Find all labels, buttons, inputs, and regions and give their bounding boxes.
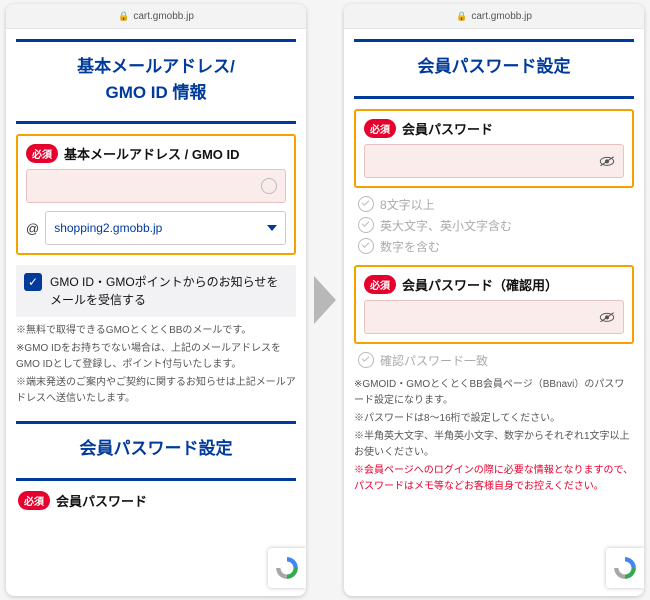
highlight-pw-box: 必須 会員パスワード <box>354 109 634 188</box>
validate-indicator-icon <box>261 178 277 194</box>
recaptcha-badge[interactable] <box>606 548 644 588</box>
email-domain-select[interactable]: shopping2.gmobb.jp <box>45 211 286 245</box>
url-text: cart.gmobb.jp <box>133 11 194 22</box>
required-badge: 必須 <box>364 275 396 294</box>
required-badge: 必須 <box>26 144 58 163</box>
pw-field-label-peek: 必須 会員パスワード <box>18 491 296 510</box>
visibility-off-icon[interactable] <box>599 156 615 166</box>
pw-rule: 確認パスワード一致 <box>358 352 634 369</box>
pw-confirm-label-text: 会員パスワード（確認用） <box>402 275 558 294</box>
section-title-email: 基本メールアドレス/ GMO ID 情報 <box>16 48 296 111</box>
password-input[interactable] <box>364 144 624 178</box>
divider-top-2 <box>16 421 296 424</box>
pw-label-text-peek: 会員パスワード <box>56 491 147 510</box>
divider-top <box>16 39 296 42</box>
lock-icon: 🔒 <box>456 11 467 22</box>
divider-bottom <box>16 121 296 124</box>
note-line: ※端末発送のご案内やご契約に関するお知らせは上記メールアドレスへ送信いたします。 <box>16 375 296 407</box>
recaptcha-badge[interactable] <box>268 548 306 588</box>
arrow-right-icon <box>314 276 336 324</box>
lock-icon: 🔒 <box>118 11 129 22</box>
url-bar: 🔒 cart.gmobb.jp <box>6 4 306 29</box>
visibility-off-icon[interactable] <box>599 312 615 322</box>
optin-label: GMO ID・GMOポイントからのお知らせをメールを受信する <box>50 273 288 309</box>
highlight-pw-confirm-box: 必須 会員パスワード（確認用） <box>354 265 634 344</box>
recaptcha-icon <box>274 555 300 581</box>
pw-rule: 8文字以上 <box>358 196 634 213</box>
note-line: ※無料で取得できるGMOとくとくBBのメールです。 <box>16 323 296 339</box>
required-badge: 必須 <box>18 491 50 510</box>
email-field-label: 必須 基本メールアドレス / GMO ID <box>26 144 286 163</box>
note-line: ※パスワードは8〜16桁で設定してください。 <box>354 411 634 427</box>
pw-field-label: 必須 会員パスワード <box>364 119 624 138</box>
highlight-email-box: 必須 基本メールアドレス / GMO ID @ shopping2.gmobb.… <box>16 134 296 255</box>
url-text: cart.gmobb.jp <box>471 11 532 22</box>
at-sign: @ <box>26 221 39 236</box>
section-title-pw: 会員パスワード設定 <box>16 430 296 468</box>
url-bar: 🔒 cart.gmobb.jp <box>344 4 644 29</box>
divider-bottom <box>354 96 634 99</box>
two-phone-layout: 🔒 cart.gmobb.jp 基本メールアドレス/ GMO ID 情報 必須 … <box>0 0 650 600</box>
optin-row[interactable]: ✓ GMO ID・GMOポイントからのお知らせをメールを受信する <box>16 265 296 317</box>
check-circle-icon <box>358 352 374 368</box>
check-circle-icon <box>358 238 374 254</box>
section-title-password: 会員パスワード設定 <box>354 48 634 86</box>
password-confirm-input[interactable] <box>364 300 624 334</box>
email-domain-row: @ shopping2.gmobb.jp <box>26 211 286 245</box>
phone-right: 🔒 cart.gmobb.jp 会員パスワード設定 必須 会員パスワード <box>344 4 644 596</box>
note-line: ※GMOID・GMOとくとくBB会員ページ（BBnavi）のパスワード設定になり… <box>354 377 634 409</box>
note-line: ※半角英大文字、半角英小文字、数字からそれぞれ1文字以上お使いください。 <box>354 429 634 461</box>
email-notes: ※無料で取得できるGMOとくとくBBのメールです。 ※GMO IDをお持ちでない… <box>16 323 296 407</box>
email-domain-value: shopping2.gmobb.jp <box>54 221 162 235</box>
pw-confirm-field-label: 必須 会員パスワード（確認用） <box>364 275 624 294</box>
check-circle-icon <box>358 217 374 233</box>
email-local-input[interactable] <box>26 169 286 203</box>
divider-top <box>354 39 634 42</box>
pw-label-text: 会員パスワード <box>402 119 493 138</box>
recaptcha-icon <box>612 555 638 581</box>
check-circle-icon <box>358 196 374 212</box>
note-line-warning: ※会員ページへのログインの際に必要な情報となりますので、パスワードはメモ等などお… <box>354 463 634 495</box>
phone-left: 🔒 cart.gmobb.jp 基本メールアドレス/ GMO ID 情報 必須 … <box>6 4 306 596</box>
divider-bottom-2 <box>16 478 296 481</box>
pw-rule: 英大文字、英小文字含む <box>358 217 634 234</box>
password-notes: ※GMOID・GMOとくとくBB会員ページ（BBnavi）のパスワード設定になり… <box>354 377 634 495</box>
note-line: ※GMO IDをお持ちでない場合は、上記のメールアドレスをGMO IDとして登録… <box>16 341 296 373</box>
email-label-text: 基本メールアドレス / GMO ID <box>64 144 240 163</box>
chevron-down-icon <box>267 225 277 231</box>
optin-checkbox[interactable]: ✓ <box>24 273 42 291</box>
pw-rule: 数字を含む <box>358 238 634 255</box>
required-badge: 必須 <box>364 119 396 138</box>
